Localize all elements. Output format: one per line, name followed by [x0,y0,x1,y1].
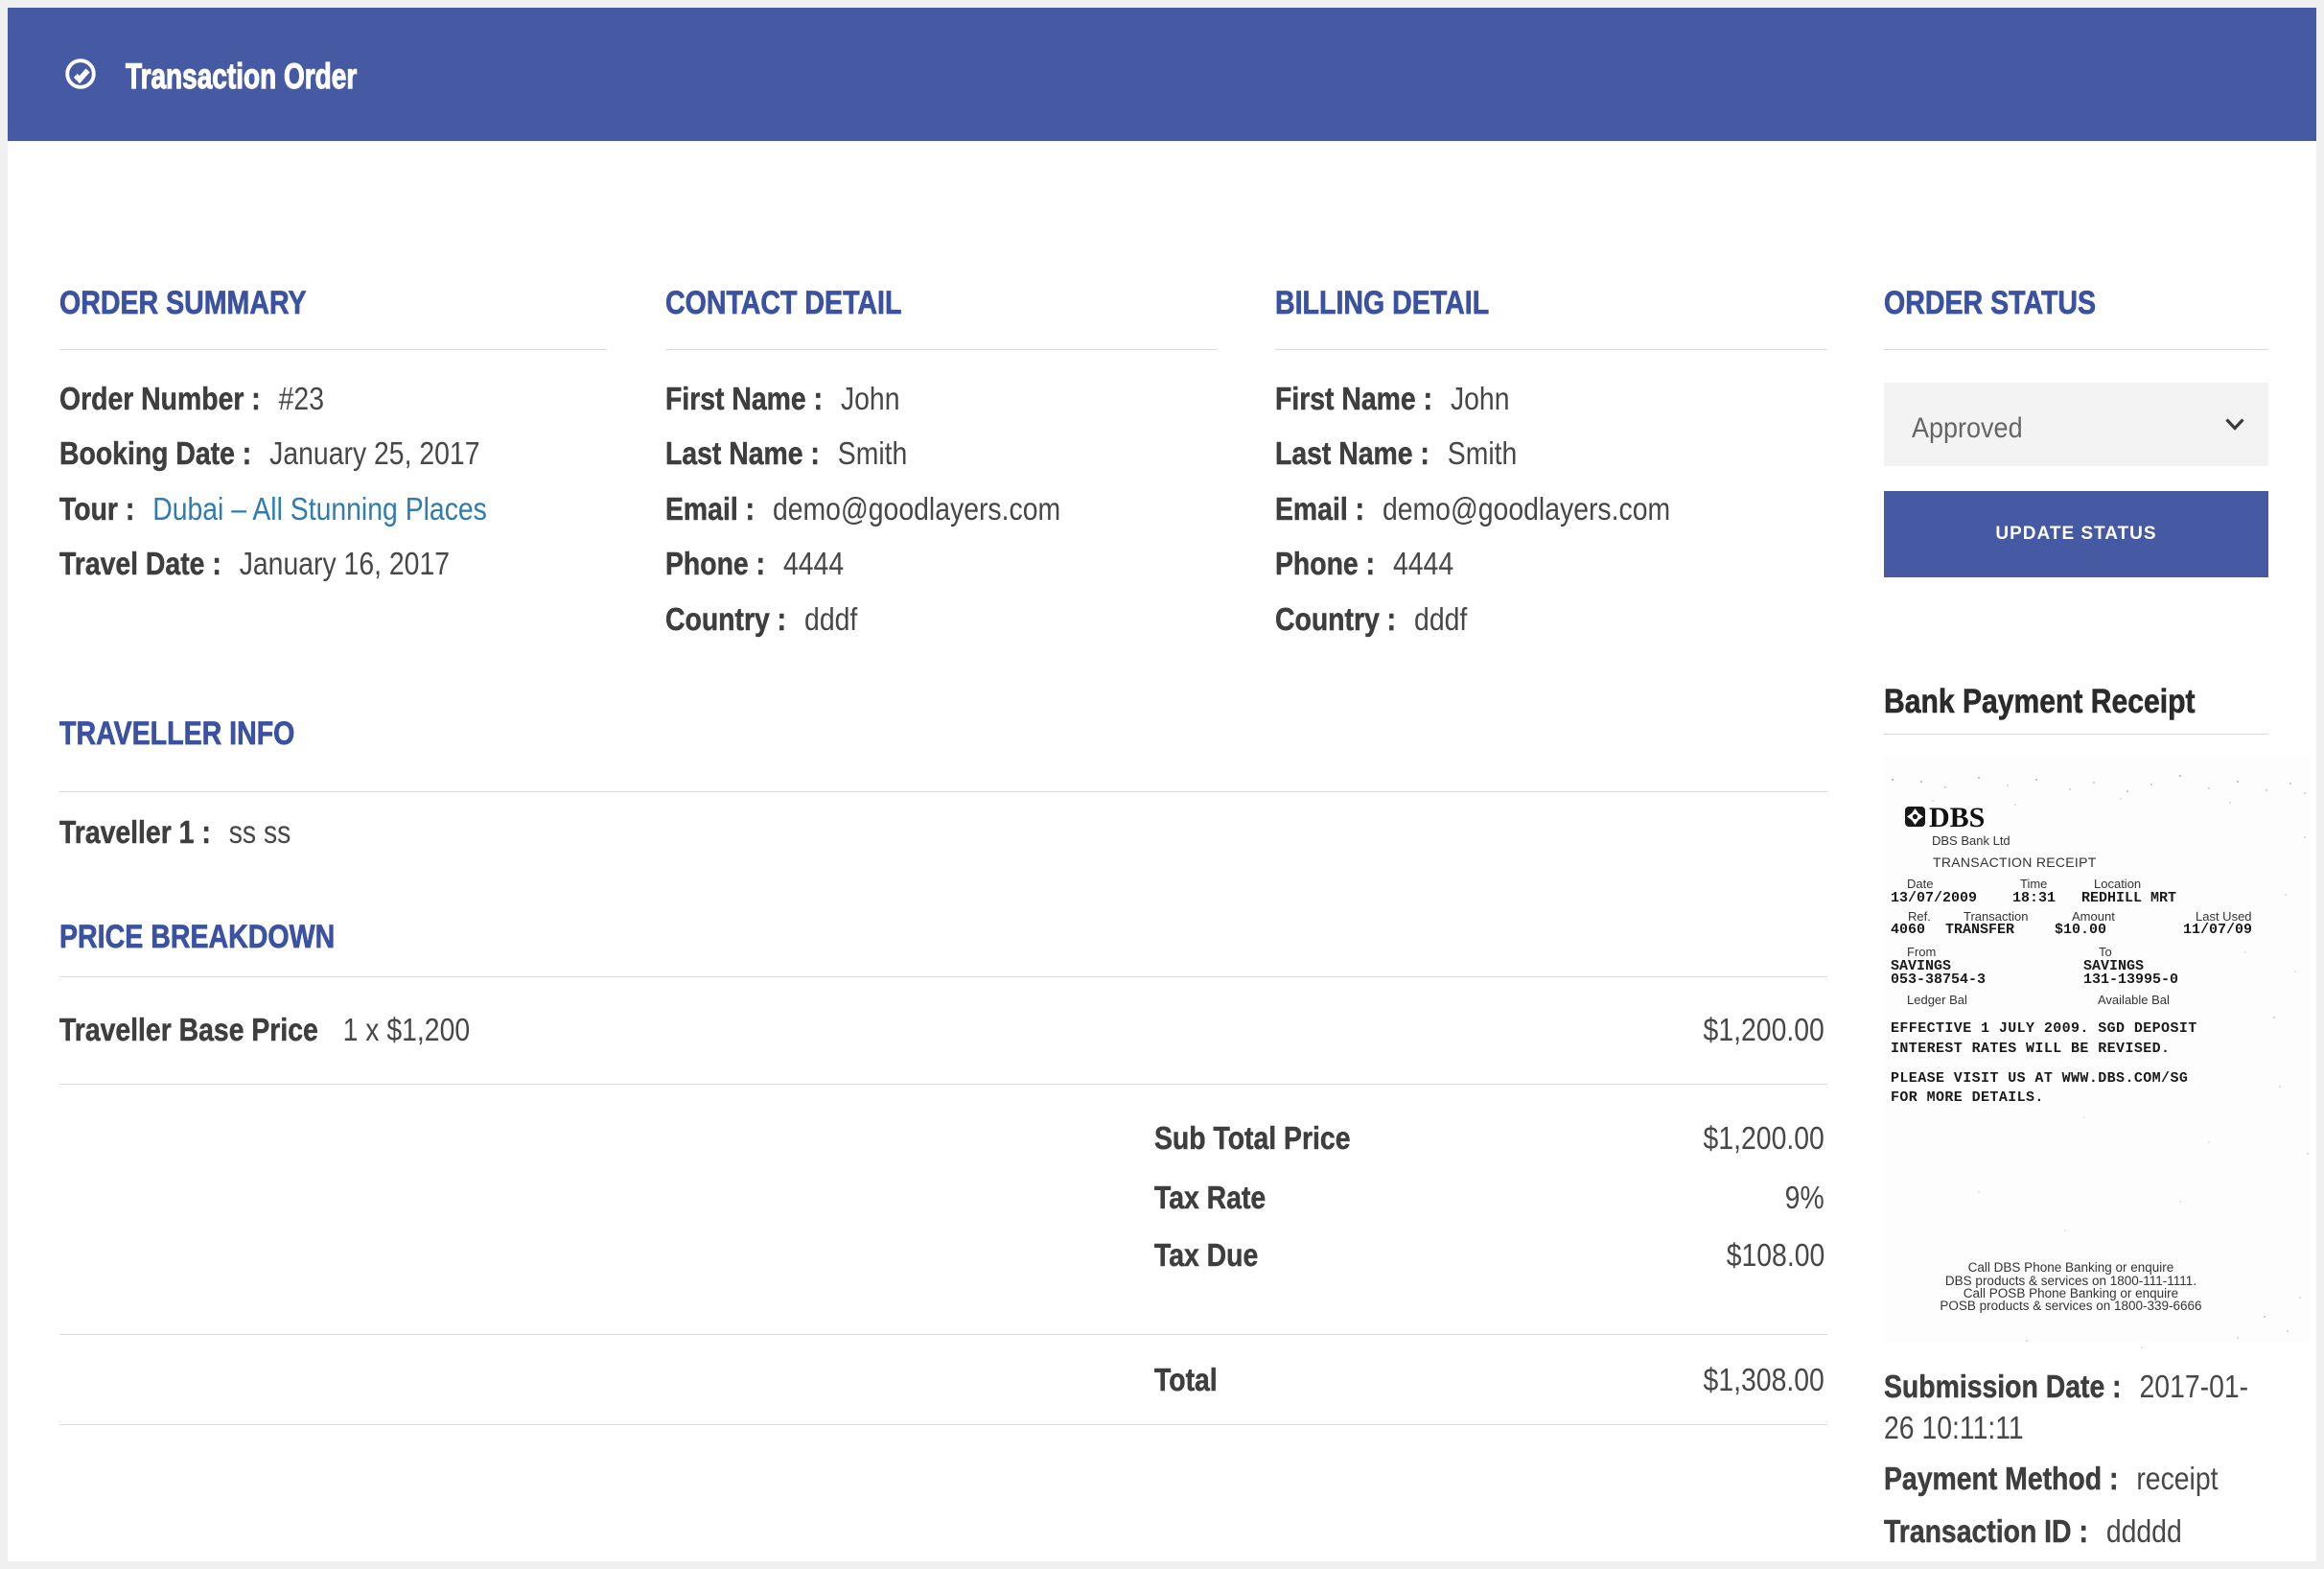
svg-text:DBS: DBS [1929,802,1985,831]
